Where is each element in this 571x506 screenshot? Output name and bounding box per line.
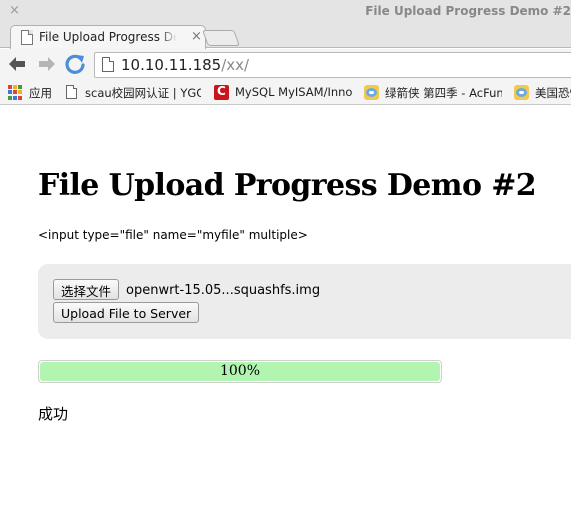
window-titlebar: × File Upload Progress Demo #2 bbox=[0, 0, 571, 24]
progress-label: 100% bbox=[219, 363, 261, 379]
tab-file-upload-demo[interactable]: File Upload Progress Demo #2 × bbox=[10, 25, 206, 49]
apps-grid-icon bbox=[8, 85, 23, 100]
upload-form: 选择文件 openwrt-15.05...squashfs.img Upload… bbox=[38, 264, 571, 339]
browser-toolbar: 10.10.11.185/xx/ bbox=[0, 49, 571, 81]
page-title: File Upload Progress Demo #2 bbox=[38, 168, 537, 203]
c-logo-icon bbox=[214, 84, 229, 100]
bookmark-american-horror[interactable]: 美国恐怖故事 bbox=[514, 84, 571, 102]
acfun-icon bbox=[514, 85, 529, 100]
bookmark-label: 绿箭侠 第四季 - AcFun bbox=[385, 86, 502, 100]
address-bar[interactable]: 10.10.11.185/xx/ bbox=[94, 52, 571, 78]
reload-icon[interactable] bbox=[64, 53, 86, 75]
upload-progress-bar: 100% bbox=[38, 360, 442, 383]
page-content: File Upload Progress Demo #2 <input type… bbox=[0, 106, 571, 506]
tab-close-icon[interactable]: × bbox=[191, 29, 202, 44]
url-host: 10.10.11.185 bbox=[121, 56, 222, 74]
upload-status-text: 成功 bbox=[38, 405, 69, 423]
tab-title: File Upload Progress Demo #2 bbox=[39, 30, 177, 44]
tab-strip: File Upload Progress Demo #2 × bbox=[0, 24, 571, 49]
bookmark-acfun[interactable]: 绿箭侠 第四季 - AcFun bbox=[364, 84, 502, 102]
bookmark-label: scau校园网认证 | YGC bbox=[85, 86, 201, 100]
url-path: /xx/ bbox=[221, 56, 250, 74]
choose-file-button[interactable]: 选择文件 bbox=[53, 279, 120, 300]
window-close-icon[interactable]: × bbox=[9, 3, 20, 18]
bookmark-scau[interactable]: scau校园网认证 | YGC bbox=[64, 84, 201, 102]
upload-file-button[interactable]: Upload File to Server bbox=[53, 302, 200, 323]
bookmark-label: 美国恐怖故事 bbox=[535, 86, 571, 100]
url-text[interactable]: 10.10.11.185/xx/ bbox=[121, 56, 249, 74]
back-arrow-icon[interactable] bbox=[6, 53, 28, 75]
page-icon bbox=[21, 30, 33, 45]
bookmarks-bar: 应用 scau校园网认证 | YGC MySQL MyISAM/InnoDB 绿… bbox=[0, 81, 571, 105]
bookmark-apps[interactable]: 应用 bbox=[8, 84, 60, 102]
forward-arrow-icon[interactable] bbox=[36, 53, 58, 75]
code-note: <input type="file" name="myfile" multipl… bbox=[38, 228, 308, 242]
acfun-icon bbox=[364, 85, 379, 100]
window-title: File Upload Progress Demo #2 bbox=[365, 4, 571, 18]
selected-file-name: openwrt-15.05...squashfs.img bbox=[126, 283, 321, 298]
page-icon bbox=[66, 85, 77, 99]
bookmark-label: 应用 bbox=[29, 86, 52, 100]
bookmark-mysql[interactable]: MySQL MyISAM/InnoDB bbox=[214, 84, 352, 102]
bookmark-label: MySQL MyISAM/InnoDB bbox=[235, 85, 352, 99]
page-icon bbox=[102, 57, 114, 72]
new-tab-button[interactable] bbox=[202, 30, 240, 46]
